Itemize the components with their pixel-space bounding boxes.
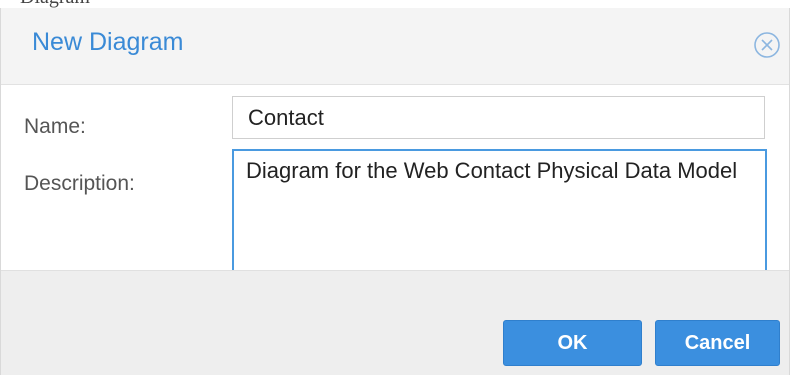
dialog-header: New Diagram xyxy=(1,8,789,85)
dialog-title: New Diagram xyxy=(32,28,184,56)
dialog-footer: OK Cancel xyxy=(1,270,789,375)
close-button[interactable] xyxy=(752,30,782,60)
ok-button[interactable]: OK xyxy=(503,320,642,366)
name-input[interactable] xyxy=(232,96,765,139)
cancel-button[interactable]: Cancel xyxy=(655,320,780,366)
cropped-heading-text: Diagram xyxy=(20,0,90,8)
cropped-heading-fragment: Diagram xyxy=(0,0,799,8)
new-diagram-dialog: New Diagram Name: Description: Diagram f… xyxy=(0,8,790,375)
name-label: Name: xyxy=(24,115,86,138)
description-label: Description: xyxy=(24,172,135,195)
description-textarea[interactable]: Diagram for the Web Contact Physical Dat… xyxy=(232,149,767,280)
circle-x-icon xyxy=(754,32,780,58)
